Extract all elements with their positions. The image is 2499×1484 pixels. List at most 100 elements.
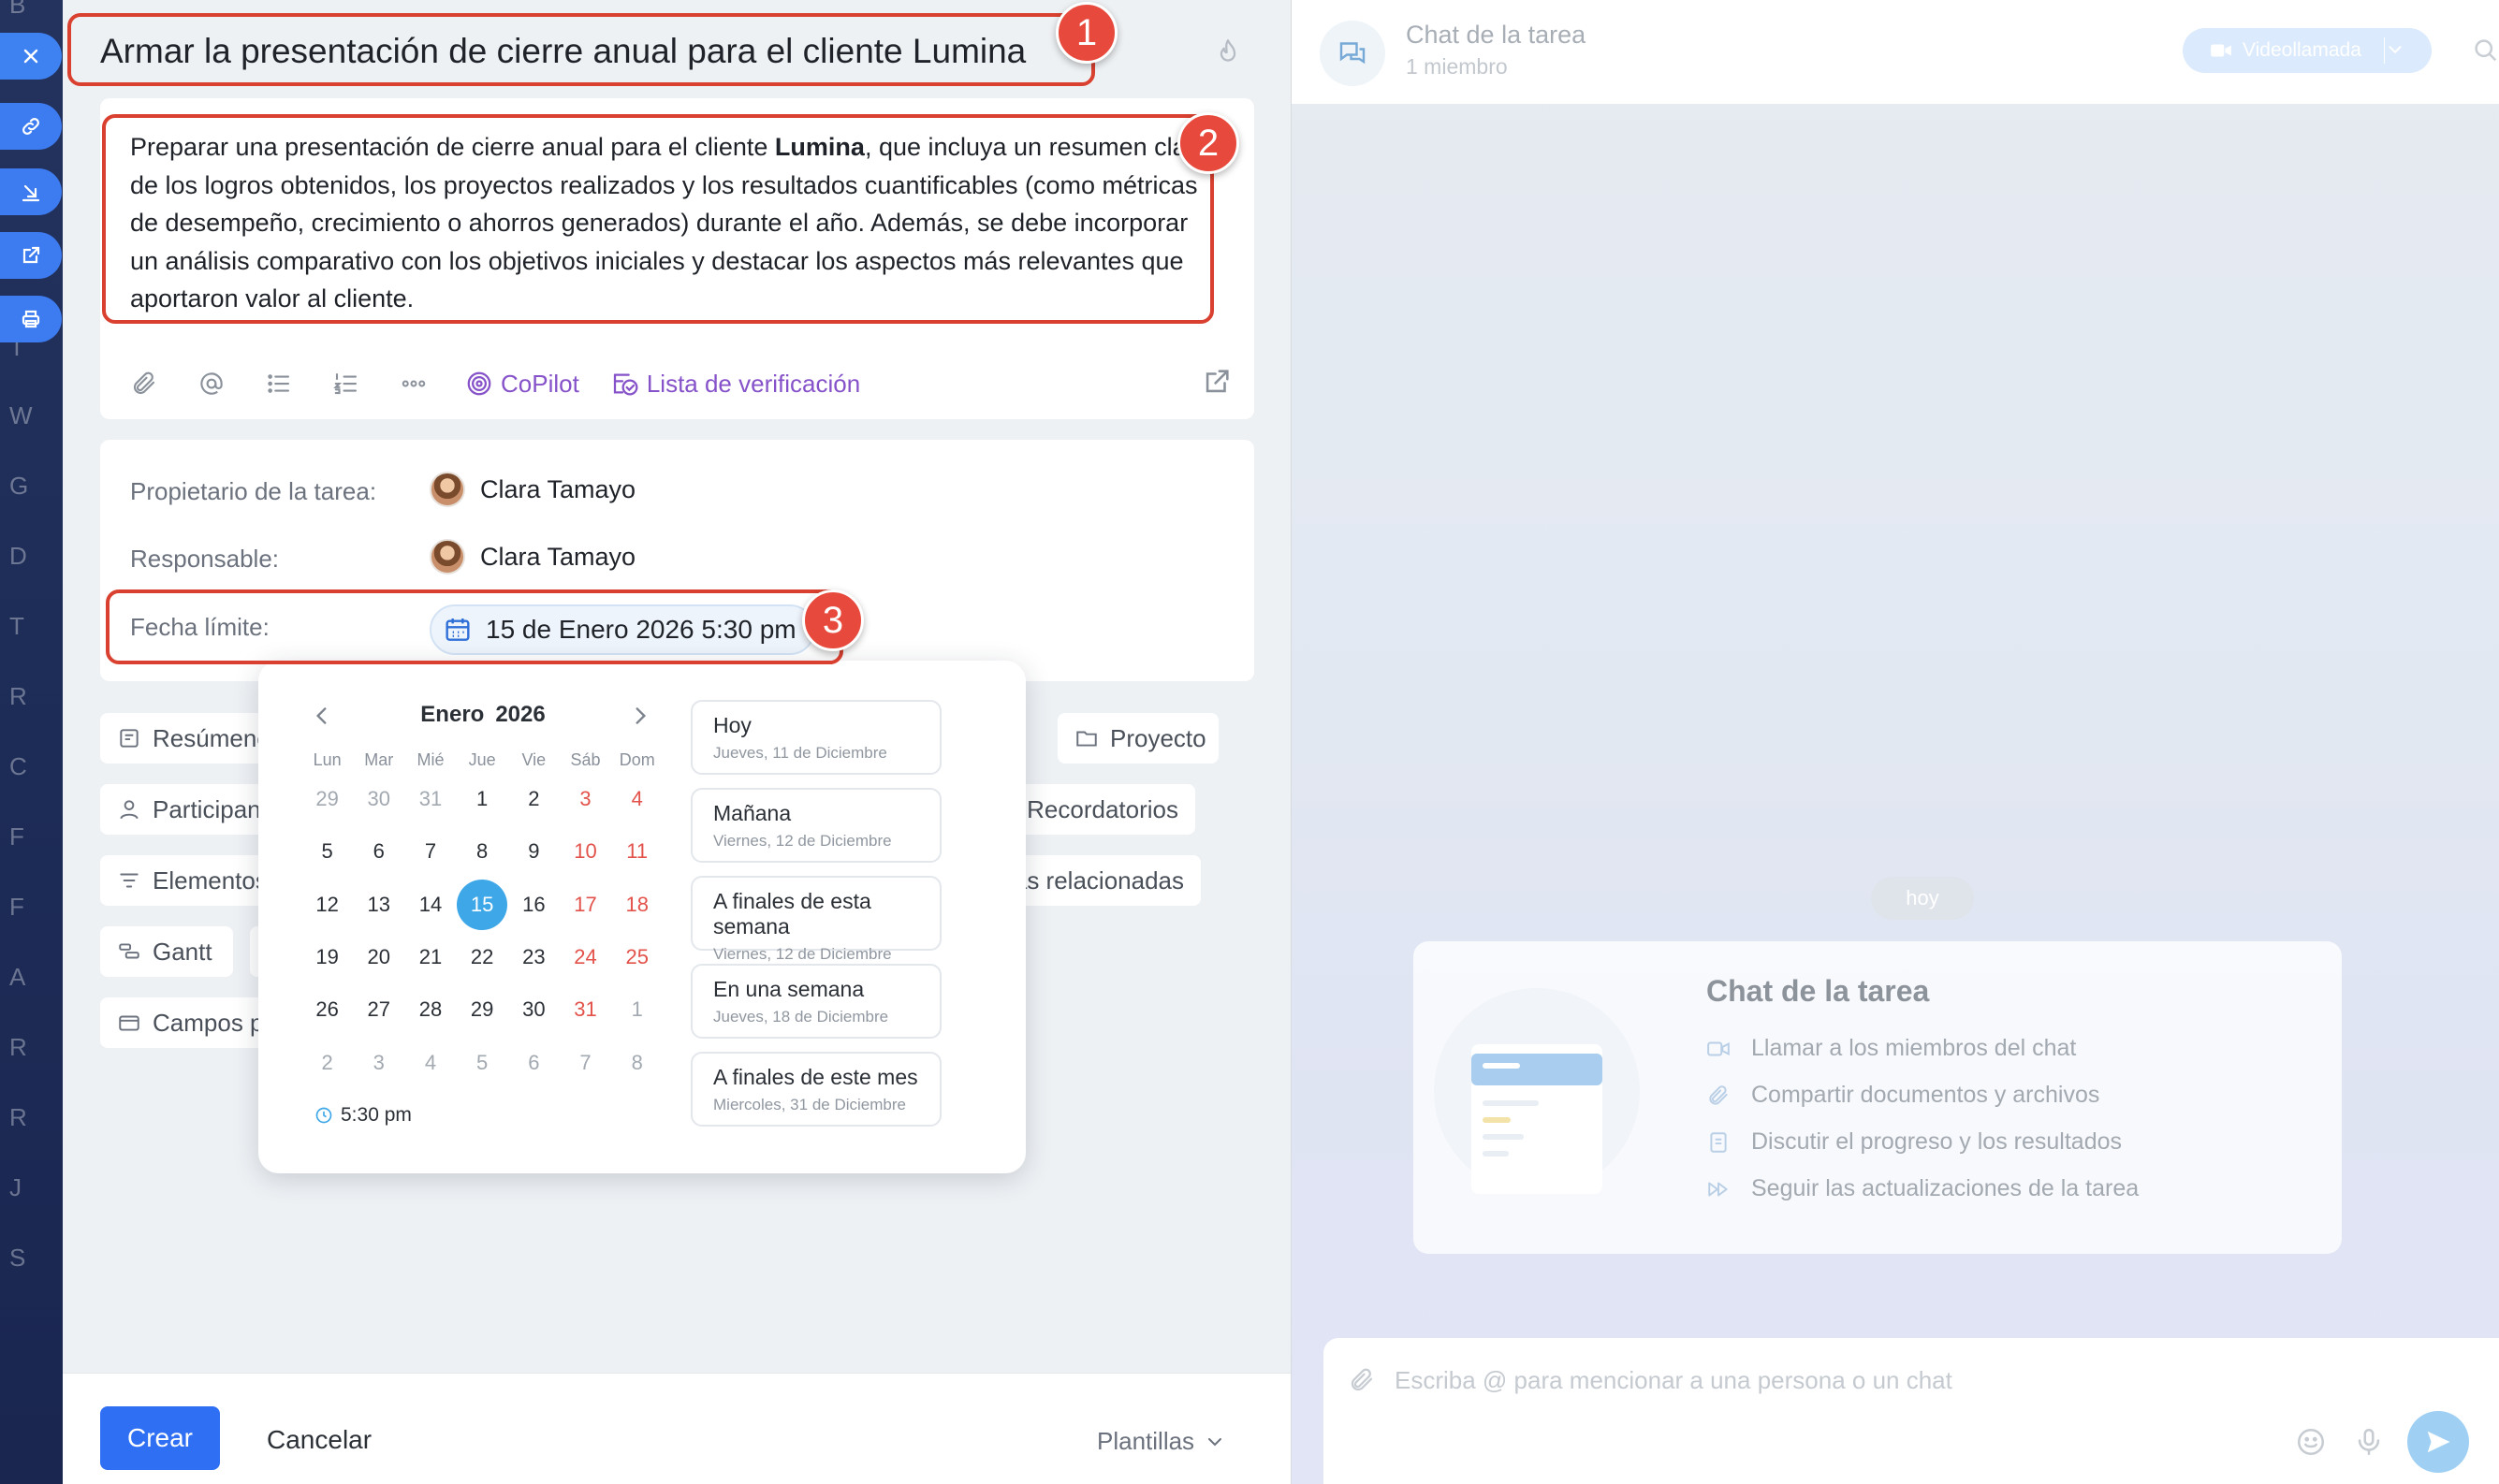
sidebar-row[interactable]: B [0, 0, 63, 22]
sidebar-row[interactable]: J [0, 1170, 63, 1205]
calendar-day[interactable]: 1 [457, 773, 508, 825]
quick-date-today[interactable]: Hoy Jueves, 11 de Diciembre [691, 700, 942, 775]
sidebar-row[interactable]: R [0, 1029, 63, 1065]
calendar-day[interactable]: 16 [508, 879, 560, 931]
flame-icon[interactable] [1212, 36, 1244, 69]
bulleted-list-button[interactable] [263, 368, 295, 400]
calendar-day[interactable]: 26 [301, 983, 353, 1036]
emoji-icon[interactable] [2295, 1426, 2327, 1458]
responsible-value[interactable]: Clara Tamayo [430, 539, 636, 575]
chevron-down-icon[interactable] [2385, 39, 2405, 60]
calendar-day[interactable]: 6 [508, 1036, 560, 1088]
calendar-day[interactable]: 27 [353, 983, 404, 1036]
minimize-button[interactable] [0, 168, 62, 215]
sidebar-row[interactable]: G [0, 468, 63, 503]
calendar-day[interactable]: 23 [508, 931, 560, 983]
calendar-day[interactable]: 3 [560, 773, 611, 825]
calendar-day[interactable]: 4 [404, 1036, 456, 1088]
numbered-list-button[interactable] [330, 368, 362, 400]
calendar-day[interactable]: 31 [560, 983, 611, 1036]
calendar-day[interactable]: 30 [353, 773, 404, 825]
owner-value[interactable]: Clara Tamayo [430, 472, 636, 507]
close-slider-button[interactable] [0, 33, 62, 80]
calendar-day[interactable]: 13 [353, 879, 404, 931]
calendar-day[interactable]: 19 [301, 931, 353, 983]
microphone-icon[interactable] [2353, 1424, 2385, 1460]
calendar-day[interactable]: 17 [560, 879, 611, 931]
calendar-day-number: 4 [424, 1050, 437, 1074]
calendar-day[interactable]: 11 [611, 825, 663, 878]
search-icon[interactable] [2471, 36, 2499, 64]
mention-button[interactable] [196, 368, 227, 400]
calendar-day[interactable]: 25 [611, 931, 663, 983]
calendar-day[interactable]: 30 [508, 983, 560, 1036]
calendar-day[interactable]: 3 [353, 1036, 404, 1088]
time-selector[interactable]: 5:30 pm [314, 1104, 412, 1127]
project-chip[interactable]: Proyecto [1058, 713, 1219, 764]
calendar-day[interactable]: 14 [404, 879, 456, 931]
create-button[interactable]: Crear [100, 1406, 220, 1470]
more-button[interactable] [398, 368, 430, 400]
calendar-year[interactable]: 2026 [495, 702, 545, 727]
chat-feature: Llamar a los miembros del chat [1706, 1035, 2076, 1062]
message-input[interactable]: Escriba @ para mencionar a una persona o… [1395, 1366, 1952, 1395]
calendar-day[interactable]: 29 [301, 773, 353, 825]
calendar-day[interactable]: 8 [611, 1036, 663, 1088]
calendar-day[interactable]: 24 [560, 931, 611, 983]
calendar-day[interactable]: 7 [560, 1036, 611, 1088]
sidebar-row[interactable]: W [0, 398, 63, 433]
open-in-new-window-button[interactable] [0, 232, 62, 279]
print-button[interactable] [0, 296, 62, 342]
calendar-day-selected[interactable]: 15 [457, 879, 508, 931]
gantt-chip[interactable]: Gantt [100, 926, 233, 977]
paperclip-icon[interactable] [1348, 1366, 1376, 1394]
attach-button[interactable] [128, 368, 160, 400]
templates-dropdown[interactable]: Plantillas [1097, 1427, 1226, 1456]
calendar-day[interactable]: 8 [457, 825, 508, 878]
calendar-day[interactable]: 9 [508, 825, 560, 878]
calendar-day[interactable]: 6 [353, 825, 404, 878]
sidebar-row[interactable]: S [0, 1240, 63, 1275]
calendar-day[interactable]: 20 [353, 931, 404, 983]
calendar-day-number: 30 [522, 997, 546, 1022]
send-button[interactable] [2407, 1411, 2469, 1473]
calendar-day[interactable]: 28 [404, 983, 456, 1036]
weekday-label: Mié [416, 750, 445, 769]
chat-feature-text: Llamar a los miembros del chat [1751, 1035, 2077, 1061]
cancel-button[interactable]: Cancelar [267, 1425, 372, 1455]
calendar-day[interactable]: 7 [404, 825, 456, 878]
calendar-day[interactable]: 29 [457, 983, 508, 1036]
calendar-day[interactable]: 4 [611, 773, 663, 825]
calendar-day[interactable]: 21 [404, 931, 456, 983]
calendar-day[interactable]: 5 [457, 1036, 508, 1088]
calendar-day[interactable]: 12 [301, 879, 353, 931]
sidebar-row[interactable]: R [0, 678, 63, 714]
quick-date-tomorrow[interactable]: Mañana Viernes, 12 de Diciembre [691, 788, 942, 863]
copy-link-button[interactable] [0, 103, 62, 150]
checklist-button[interactable]: Lista de verificación [611, 369, 860, 399]
sidebar-row[interactable]: F [0, 889, 63, 924]
calendar-day[interactable]: 2 [508, 773, 560, 825]
quick-date-in-a-week[interactable]: En una semana Jueves, 18 de Diciembre [691, 964, 942, 1039]
sidebar-row[interactable]: D [0, 538, 63, 574]
calendar-day[interactable]: 18 [611, 879, 663, 931]
quick-date-end-of-week[interactable]: A finales de esta semana Viernes, 12 de … [691, 876, 942, 963]
calendar-day[interactable]: 22 [457, 931, 508, 983]
sidebar-row[interactable]: F [0, 819, 63, 854]
expand-editor-icon[interactable] [1201, 366, 1233, 398]
sidebar-row[interactable]: T [0, 608, 63, 644]
sidebar-row[interactable]: C [0, 749, 63, 784]
calendar-day[interactable]: 10 [560, 825, 611, 878]
chevron-right-icon[interactable] [628, 704, 652, 728]
quick-date-end-of-month[interactable]: A finales de este mes Miercoles, 31 de D… [691, 1052, 942, 1127]
video-call-button[interactable]: Videollamada [2183, 28, 2432, 73]
calendar-day[interactable]: 2 [301, 1036, 353, 1088]
sidebar-row[interactable]: A [0, 959, 63, 995]
calendar-day[interactable]: 1 [611, 983, 663, 1036]
sidebar-row[interactable]: R [0, 1099, 63, 1135]
calendar-day[interactable]: 5 [301, 825, 353, 878]
calendar-month[interactable]: Enero [420, 702, 484, 727]
chat-members-count[interactable]: 1 miembro [1406, 54, 1508, 80]
copilot-button[interactable]: CoPilot [465, 370, 579, 399]
calendar-day[interactable]: 31 [404, 773, 456, 825]
